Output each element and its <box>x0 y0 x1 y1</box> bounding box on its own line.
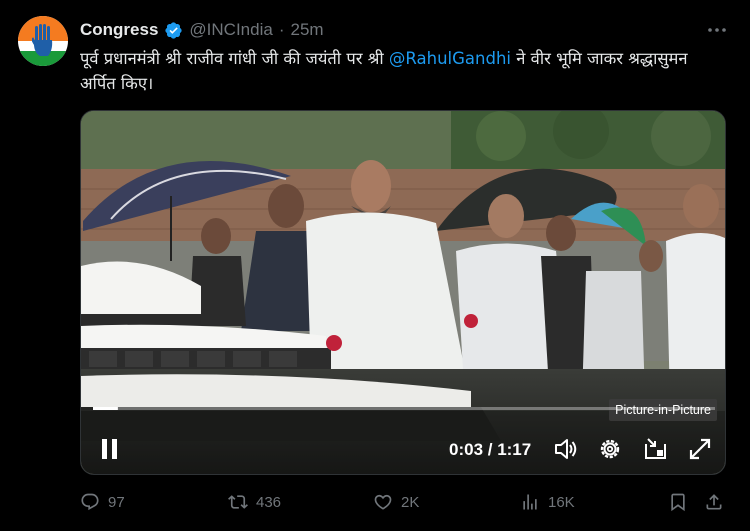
volume-icon[interactable] <box>553 436 579 462</box>
settings-gear-icon[interactable] <box>597 436 623 462</box>
mention-link[interactable]: @RahulGandhi <box>389 49 511 68</box>
fullscreen-icon[interactable] <box>687 436 713 462</box>
congress-hand-logo-icon <box>32 24 53 56</box>
video-player[interactable]: Picture-in-Picture 0:03 / 1:17 <box>80 110 726 475</box>
header-separator: · <box>278 20 285 39</box>
views-button[interactable]: 16K <box>520 492 575 512</box>
more-dots-icon[interactable] <box>706 20 728 40</box>
views-chart-icon <box>523 494 537 510</box>
author-handle[interactable]: @INCIndia <box>189 20 272 40</box>
tweet-card[interactable]: Congress @INCIndia · 25m पूर्व प्रधानमंत… <box>0 0 750 531</box>
tweet-timestamp[interactable]: 25m <box>291 20 324 40</box>
tweet-text: पूर्व प्रधानमंत्री श्री राजीव गांधी जी क… <box>80 46 700 96</box>
picture-in-picture-icon[interactable] <box>643 436 669 462</box>
reply-count: 97 <box>108 493 125 511</box>
bookmark-icon <box>671 493 685 512</box>
share-button[interactable] <box>704 492 724 512</box>
bookmark-button[interactable] <box>668 492 688 512</box>
video-timecode: 0:03 / 1:17 <box>449 440 532 459</box>
progress-bar[interactable] <box>93 407 715 410</box>
repost-icon <box>228 495 248 509</box>
avatar[interactable] <box>18 16 68 66</box>
heart-icon <box>374 494 392 510</box>
like-button[interactable]: 2K <box>373 492 419 512</box>
author-name[interactable]: Congress <box>80 20 158 40</box>
tweet-actions: 97 436 2K 16K <box>80 490 726 518</box>
progress-fill <box>93 407 118 410</box>
pause-icon[interactable] <box>97 436 123 462</box>
share-icon <box>706 494 722 510</box>
verified-badge-icon <box>165 21 183 39</box>
tweet-header: Congress @INCIndia · 25m <box>80 20 324 40</box>
like-count: 2K <box>401 493 420 511</box>
video-controls: 0:03 / 1:17 <box>81 414 725 474</box>
reply-icon <box>81 493 99 511</box>
reply-button[interactable]: 97 <box>80 492 125 512</box>
repost-count: 436 <box>256 493 282 511</box>
tweet-text-part1: पूर्व प्रधानमंत्री श्री राजीव गांधी जी क… <box>80 49 389 68</box>
repost-button[interactable]: 436 <box>228 492 281 512</box>
views-count: 16K <box>548 493 575 511</box>
